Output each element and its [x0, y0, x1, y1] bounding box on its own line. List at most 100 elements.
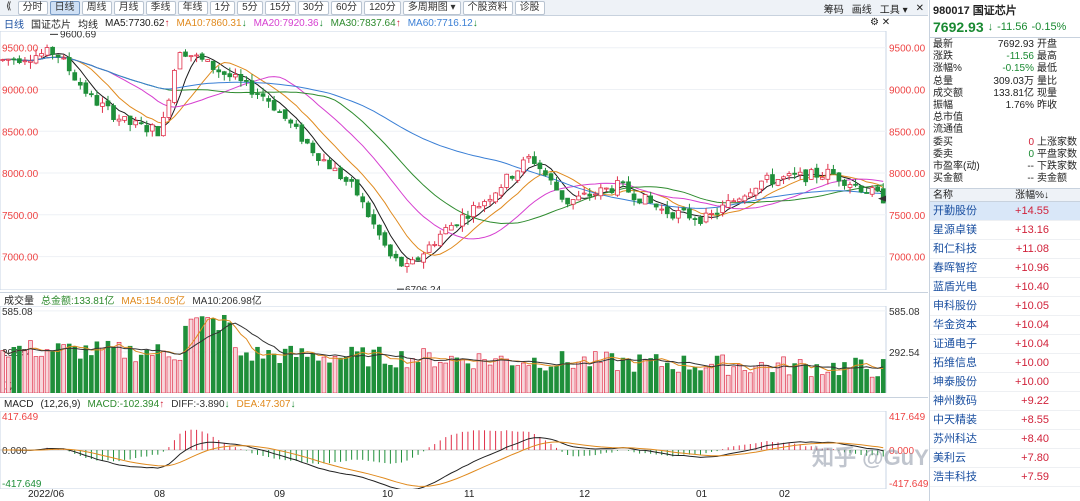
macd-chart[interactable]: 417.649 417.6490.000 0.000-417.649 -417.649 [0, 411, 928, 489]
volume-bar [388, 364, 393, 393]
rank-row[interactable]: 浩丰科技 +7.59 [930, 468, 1080, 488]
candle-body [288, 119, 294, 124]
rank-col-name[interactable]: 名称 [933, 189, 1005, 201]
kline-chart[interactable]: 9500.00 9500.00 9000.00 9000.00 8500.00 8500.… [0, 31, 928, 290]
candle-body [443, 227, 449, 235]
period-tab[interactable]: 季线 [145, 0, 176, 15]
volume-bar [681, 355, 687, 393]
quote-row: 最新 7692.93 开盘 [930, 39, 1080, 51]
candle-body [659, 208, 665, 211]
toolbar-right-item[interactable]: ✕ [916, 3, 924, 14]
rank-row[interactable]: 华金资本 +10.04 [930, 316, 1080, 336]
rank-stock-name: 神州数码 [933, 395, 977, 408]
ma-value: MA20:7920.36 [253, 18, 319, 29]
volume-bar [205, 317, 210, 393]
quote-row-value [975, 124, 1037, 136]
volume-bar [0, 350, 6, 393]
volume-bar [194, 317, 199, 393]
rank-stock-change: +10.00 [1015, 357, 1049, 370]
volume-bar [83, 345, 89, 393]
date-axis: 2022/06 08 09 10 11 12 01 02 [0, 489, 886, 501]
price-tick-left: 9000.00 [2, 85, 39, 96]
period-tab[interactable]: 分时 [17, 0, 48, 15]
rank-row[interactable]: 中天精装 +8.55 [930, 411, 1080, 431]
candle-body [703, 212, 709, 223]
rank-row[interactable]: 春晖智控 +10.96 [930, 259, 1080, 279]
rank-col-value[interactable]: 涨幅%↓ [1005, 189, 1049, 201]
candle-body [5, 58, 11, 61]
candle-body [548, 173, 554, 181]
rank-stock-change: +10.00 [1015, 376, 1049, 389]
candle-body [327, 159, 332, 170]
volume-bar [742, 370, 748, 393]
quote-row-value: 0 [1028, 136, 1034, 148]
toolbar-right-item[interactable]: 工具 ▾ [880, 1, 908, 16]
volume-chart[interactable]: 585.08585.08292.54292.54亿 [0, 306, 928, 393]
rank-row[interactable]: 拓维信息 +10.00 [930, 354, 1080, 374]
rank-stock-change: +9.22 [1021, 395, 1049, 408]
candle-body [89, 93, 94, 96]
settings-icon[interactable]: ⚙ ✕ [870, 17, 890, 28]
volume-bar [172, 359, 177, 393]
period-tab[interactable]: 1分 [209, 0, 236, 15]
rank-row[interactable]: 坤泰股份 +10.00 [930, 373, 1080, 393]
rank-row[interactable]: 和仁科技 +11.08 [930, 240, 1080, 260]
volume-bar [255, 346, 260, 393]
volume-bar [210, 318, 216, 393]
period-tab[interactable]: 多周期图 ▾ [402, 0, 461, 15]
volume-bar [803, 364, 808, 393]
candle-body [39, 53, 44, 57]
volume-bar [731, 366, 737, 393]
volume-bar [443, 362, 449, 393]
rank-row[interactable]: 开勤股份 +14.55 [930, 202, 1080, 222]
period-tab[interactable]: 周线 [81, 0, 112, 15]
candle-body [869, 187, 875, 195]
rank-row[interactable]: 神州数码 +9.22 [930, 392, 1080, 412]
candle-body [371, 214, 377, 225]
macd-params: (12,26,9) [40, 398, 81, 410]
period-tab[interactable]: 年线 [177, 0, 208, 15]
toolbar-right-item[interactable]: 画线 [852, 1, 872, 16]
rank-stock-change: +11.08 [1015, 243, 1049, 256]
rank-row[interactable]: 证通电子 +10.04 [930, 335, 1080, 355]
volume-tick-right: 585.08 [889, 307, 920, 318]
rank-stock-name: 华金资本 [933, 319, 977, 332]
period-tab[interactable]: 日线 [49, 0, 80, 15]
volume-bar [432, 366, 437, 393]
rank-stock-name: 浩丰科技 [933, 471, 977, 484]
quote-row-value: 0 [1028, 148, 1034, 160]
rank-row[interactable]: 申科股份 +10.05 [930, 297, 1080, 317]
volume-bar [460, 358, 465, 393]
candle-body [293, 123, 299, 127]
rank-stock-change: +14.55 [1015, 205, 1049, 218]
volume-bar [687, 369, 692, 393]
rank-row[interactable]: 蓝盾光电 +10.40 [930, 278, 1080, 298]
period-tab[interactable]: 15分 [264, 0, 296, 15]
candle-body [637, 198, 642, 204]
rank-row[interactable]: 星源卓镁 +13.16 [930, 221, 1080, 241]
candle-body [365, 202, 371, 218]
period-tab[interactable]: 个股资料 [462, 0, 513, 15]
period-tab[interactable]: 月线 [113, 0, 144, 15]
rank-row[interactable]: 美利云 +7.80 [930, 449, 1080, 469]
rank-row[interactable]: 苏州科达 +8.40 [930, 430, 1080, 450]
macd-tick-left: -417.649 [2, 479, 42, 489]
volume-label: 成交量 [4, 295, 34, 307]
volume-bar [576, 361, 581, 393]
period-tab[interactable]: 5分 [237, 0, 263, 15]
quote-row-value: -0.15% [1002, 63, 1034, 75]
period-tab[interactable]: 60分 [330, 0, 363, 15]
volume-bar [11, 347, 17, 393]
rank-stock-change: +7.59 [1021, 471, 1049, 484]
quote-row-label: 委卖 [933, 148, 953, 160]
period-tab[interactable]: 诊股 [514, 0, 545, 15]
price-tick-right: 7500.00 [889, 211, 926, 222]
prev-icon[interactable]: ⟪ [2, 1, 16, 15]
period-tab[interactable]: 30分 [297, 0, 329, 15]
period-tab[interactable]: 120分 [364, 0, 401, 15]
date-tick: 09 [274, 489, 286, 500]
volume-bar [260, 358, 266, 393]
price-tick-right: 9000.00 [889, 85, 926, 96]
toolbar-right-item[interactable]: 筹码 [824, 1, 844, 16]
candle-body [349, 179, 354, 182]
